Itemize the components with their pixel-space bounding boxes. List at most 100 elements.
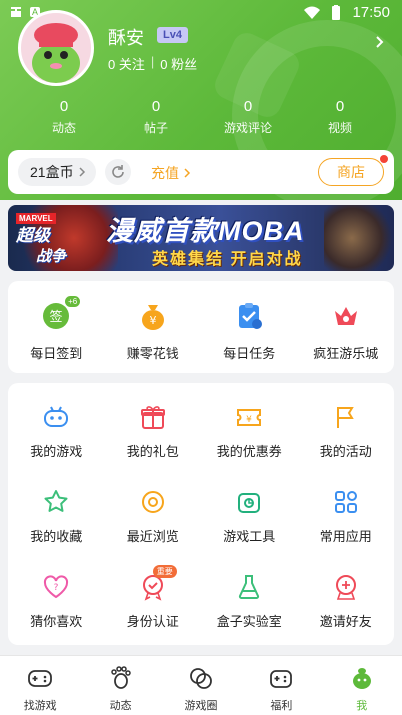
refresh-button[interactable] xyxy=(105,159,131,185)
divider: | xyxy=(150,54,155,69)
wifi-icon xyxy=(304,6,321,19)
grid-label: 我的游戏 xyxy=(30,444,83,459)
grid-label: 最近浏览 xyxy=(126,529,179,544)
quick-actions-card: 签 +6 每日签到 ¥ 赚零花钱 每日任务 疯狂游乐城 xyxy=(8,281,394,373)
nav-label: 福利 xyxy=(270,700,293,712)
banner-title: 漫威首款MOBA xyxy=(106,216,305,246)
banner-subtitle: 英雄集结 开启对战 xyxy=(152,251,303,268)
quick-label: 疯狂游乐城 xyxy=(313,346,379,361)
stat-posts-dynamic[interactable]: 0 动态 xyxy=(18,98,110,136)
sign-in-icon: 签 +6 xyxy=(41,295,82,331)
game-controller-icon xyxy=(28,670,53,687)
flag-icon xyxy=(332,403,360,431)
daily-task[interactable]: 每日任务 xyxy=(201,281,298,373)
refresh-icon xyxy=(112,165,124,178)
svg-text:签: 签 xyxy=(50,309,63,325)
invite-friends[interactable]: 邀请好友 xyxy=(298,573,395,658)
money-bag-icon: ¥ xyxy=(138,301,168,331)
heart-question-icon: ? xyxy=(42,573,70,601)
invite-icon xyxy=(332,573,360,601)
recent-browse[interactable]: 最近浏览 xyxy=(105,488,202,573)
recharge-label: 充值 xyxy=(151,165,179,181)
app-notification-icon xyxy=(11,7,21,17)
crazy-playground[interactable]: 疯狂游乐城 xyxy=(298,281,395,373)
crown-icon xyxy=(331,301,361,331)
nav-me[interactable]: 我 xyxy=(322,656,402,715)
coin-balance[interactable]: 21盒币 xyxy=(18,158,96,186)
grid-label: 我的收藏 xyxy=(30,529,83,544)
game-tools[interactable]: 游戏工具 xyxy=(201,488,298,573)
stat-number: 0 xyxy=(151,98,161,115)
gift-icon xyxy=(139,403,167,431)
nav-label: 我 xyxy=(356,700,368,712)
avatar[interactable] xyxy=(18,10,94,86)
chevron-right-icon xyxy=(79,167,85,177)
svg-text:¥: ¥ xyxy=(149,314,156,327)
shop-button[interactable]: 商店 xyxy=(318,158,384,186)
me-icon xyxy=(352,668,371,689)
stat-label: 帖子 xyxy=(143,121,168,135)
verify-icon: 重要 xyxy=(139,565,177,601)
grid-label: 我的礼包 xyxy=(126,444,179,459)
earn-money[interactable]: ¥ 赚零花钱 xyxy=(105,281,202,373)
marvel-logo: MARVEL xyxy=(16,213,56,224)
status-time: 17:50 xyxy=(352,4,390,21)
username: 酥安 xyxy=(108,28,144,48)
promo-banner[interactable]: MARVEL 超级 战争 漫威首款MOBA 英雄集结 开启对战 xyxy=(8,205,394,271)
stats-row: 0 动态 0 帖子 0 游戏评论 0 视频 xyxy=(0,98,402,136)
grid-label: 身份认证 xyxy=(126,614,179,629)
daily-sign-in[interactable]: 签 +6 每日签到 xyxy=(8,281,105,373)
grid-label: 邀请好友 xyxy=(319,614,372,629)
avatar-image xyxy=(32,23,80,83)
nav-find-games[interactable]: 找游戏 xyxy=(0,656,80,715)
stat-number: 0 xyxy=(59,98,69,115)
coupon-icon: ¥ xyxy=(235,403,263,431)
common-apps[interactable]: 常用应用 xyxy=(298,488,395,573)
stat-label: 动态 xyxy=(51,121,76,135)
stat-number: 0 xyxy=(243,98,253,115)
guess-you-like[interactable]: ? 猜你喜欢 xyxy=(8,573,105,658)
task-icon xyxy=(234,301,264,331)
fans-count[interactable]: 0 粉丝 xyxy=(160,54,197,73)
bottom-navigation: 找游戏 动态 游戏圈 福利 我 xyxy=(0,655,402,715)
quick-label: 每日任务 xyxy=(223,346,276,361)
game-logo-line1: 超级 xyxy=(16,226,50,245)
eye-icon xyxy=(139,488,167,516)
grid-label: 我的活动 xyxy=(319,444,372,459)
stat-threads[interactable]: 0 帖子 xyxy=(110,98,202,136)
svg-text:¥: ¥ xyxy=(246,415,252,425)
important-badge: 重要 xyxy=(152,565,177,578)
banner-hero-art xyxy=(324,205,394,271)
recharge-link[interactable]: 充值 xyxy=(151,163,191,183)
nav-game-circle[interactable]: 游戏圈 xyxy=(161,656,241,715)
battery-icon xyxy=(332,4,341,20)
my-events[interactable]: 我的活动 xyxy=(298,403,395,488)
grid-label: 我的优惠券 xyxy=(216,444,282,459)
chevron-right-icon[interactable] xyxy=(374,36,386,48)
notification-dot xyxy=(380,155,388,163)
chevron-right-icon xyxy=(184,168,191,178)
quick-label: 每日签到 xyxy=(30,346,83,361)
quick-label: 赚零花钱 xyxy=(126,346,179,361)
stat-label: 视频 xyxy=(327,121,352,135)
stat-videos[interactable]: 0 视频 xyxy=(294,98,386,136)
follow-info: 0 关注 | 0 粉丝 xyxy=(108,54,197,73)
grid-label: 盒子实验室 xyxy=(216,614,282,629)
grid-label: 游戏工具 xyxy=(223,529,276,544)
identity-verification[interactable]: 重要 身份认证 xyxy=(105,565,202,658)
level-badge: Lv4 xyxy=(157,27,188,43)
nav-welfare[interactable]: 福利 xyxy=(241,656,321,715)
my-coupons[interactable]: ¥ 我的优惠券 xyxy=(201,403,298,488)
menu-grid-card: 我的游戏 我的礼包 ¥ 我的优惠券 我的活动 我的收藏 最近浏览 游戏工具 常用… xyxy=(8,383,394,645)
my-gift-pack[interactable]: 我的礼包 xyxy=(105,403,202,488)
game-logo-line2: 战争 xyxy=(36,248,67,265)
grid-label: 常用应用 xyxy=(319,529,372,544)
my-favorites[interactable]: 我的收藏 xyxy=(8,488,105,573)
my-games[interactable]: 我的游戏 xyxy=(8,403,105,488)
stat-game-reviews[interactable]: 0 游戏评论 xyxy=(202,98,294,136)
follow-count[interactable]: 0 关注 xyxy=(108,54,145,73)
nav-dynamic[interactable]: 动态 xyxy=(80,656,160,715)
box-lab[interactable]: 盒子实验室 xyxy=(201,573,298,658)
footprint-icon xyxy=(110,666,131,689)
nav-label: 动态 xyxy=(109,700,132,712)
